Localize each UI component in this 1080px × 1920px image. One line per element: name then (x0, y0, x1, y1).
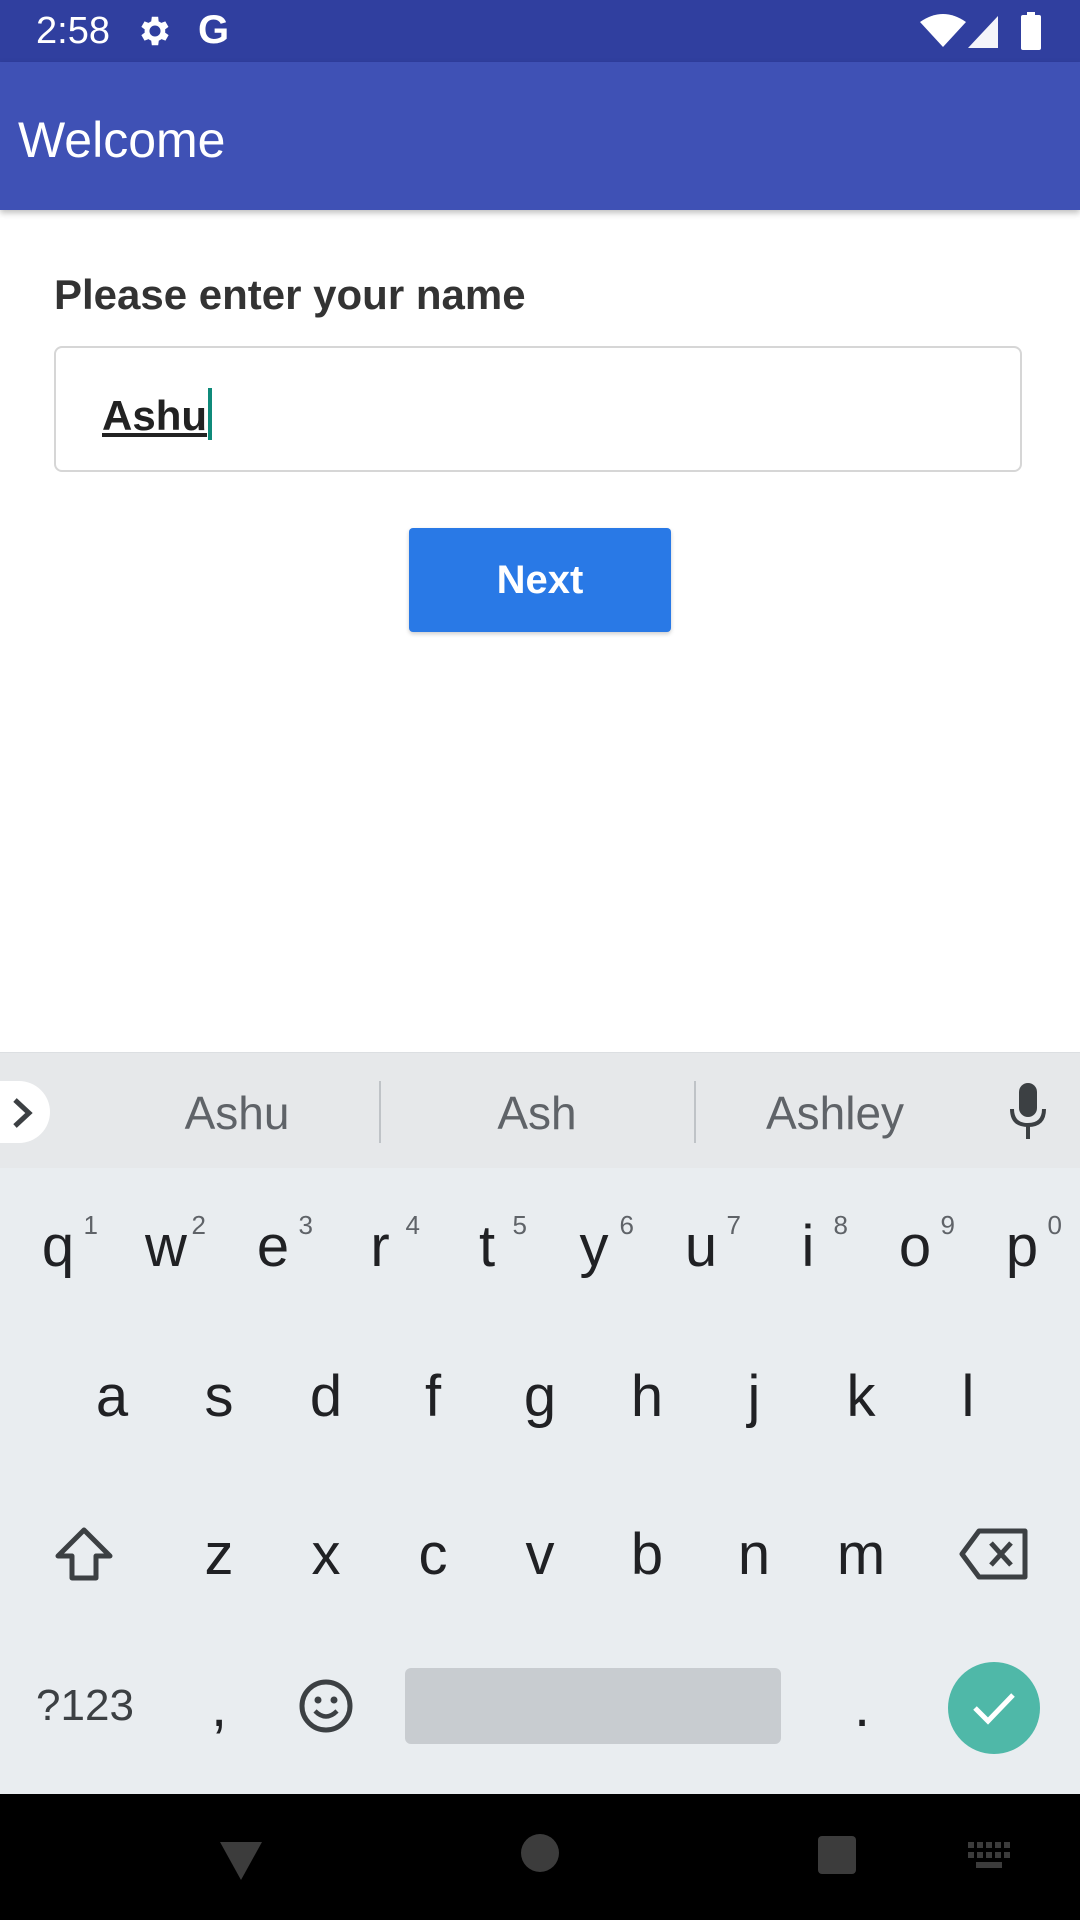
suggestion-3[interactable]: Ashley (740, 1087, 930, 1139)
suggestion-divider (694, 1081, 696, 1143)
settings-gear-icon (141, 16, 169, 46)
backspace-icon (959, 1528, 1028, 1580)
key-k[interactable]: k (807, 1336, 915, 1456)
key-s[interactable]: s (165, 1336, 273, 1456)
space-key[interactable] (405, 1668, 781, 1744)
backspace-key[interactable] (940, 1494, 1048, 1614)
key-d[interactable]: d (272, 1336, 380, 1456)
key-t[interactable]: t5 (433, 1186, 541, 1306)
emoji-smiley-icon (299, 1679, 353, 1733)
key-x[interactable]: x (272, 1494, 380, 1614)
app-bar: Welcome (0, 62, 1080, 210)
key-e[interactable]: e3 (219, 1186, 327, 1306)
suggestion-1[interactable]: Ashu (150, 1087, 324, 1139)
key-l[interactable]: l (914, 1336, 1022, 1456)
key-m[interactable]: m (807, 1494, 915, 1614)
suggestion-divider (379, 1081, 381, 1143)
shift-arrow-icon (55, 1527, 113, 1581)
name-prompt-label: Please enter your name (54, 271, 526, 318)
comma-key[interactable]: , (165, 1646, 273, 1766)
status-bar: 2:58 G (0, 0, 1080, 62)
key-g[interactable]: g (486, 1336, 594, 1456)
chevron-right-icon (13, 1098, 33, 1128)
key-b[interactable]: b (593, 1494, 701, 1614)
key-v[interactable]: v (486, 1494, 594, 1614)
key-a[interactable]: a (58, 1336, 166, 1456)
key-w[interactable]: w2 (112, 1186, 220, 1306)
expand-toolbar-button[interactable] (0, 1081, 50, 1143)
period-key[interactable]: . (808, 1646, 916, 1766)
keyboard-switch-icon[interactable] (968, 1842, 1010, 1872)
navigation-bar (0, 1794, 1080, 1920)
recents-square-icon[interactable] (818, 1836, 856, 1874)
key-q[interactable]: q1 (4, 1186, 112, 1306)
key-c[interactable]: c (379, 1494, 487, 1614)
wifi-icon (920, 14, 966, 47)
enter-done-key[interactable] (948, 1662, 1040, 1754)
text-cursor (208, 388, 212, 440)
key-o[interactable]: o9 (861, 1186, 969, 1306)
shift-key[interactable] (30, 1494, 138, 1614)
key-r[interactable]: r4 (326, 1186, 434, 1306)
next-button[interactable]: Next (409, 528, 671, 632)
symbols-key[interactable]: ?123 (20, 1646, 150, 1766)
name-input-value: Ashu (102, 388, 212, 440)
status-time: 2:58 (36, 10, 110, 52)
key-h[interactable]: h (593, 1336, 701, 1456)
cell-signal-icon (968, 16, 998, 48)
name-input[interactable]: Ashu (54, 346, 1022, 472)
home-circle-icon[interactable] (521, 1834, 559, 1872)
key-n[interactable]: n (700, 1494, 808, 1614)
key-i[interactable]: i8 (754, 1186, 862, 1306)
page-title: Welcome (18, 112, 226, 168)
key-u[interactable]: u7 (647, 1186, 755, 1306)
battery-icon (1021, 12, 1041, 50)
microphone-icon[interactable] (1008, 1083, 1048, 1139)
suggestion-strip: Ashu Ash Ashley (0, 1052, 1080, 1169)
suggestion-2[interactable]: Ash (450, 1087, 624, 1139)
key-z[interactable]: z (165, 1494, 273, 1614)
key-y[interactable]: y6 (540, 1186, 648, 1306)
checkmark-icon (973, 1693, 1015, 1725)
key-p[interactable]: p0 (968, 1186, 1076, 1306)
key-j[interactable]: j (700, 1336, 808, 1456)
google-g-icon: G (198, 8, 230, 52)
emoji-key[interactable] (272, 1646, 380, 1766)
back-triangle-icon[interactable] (218, 1840, 264, 1882)
key-f[interactable]: f (379, 1336, 487, 1456)
